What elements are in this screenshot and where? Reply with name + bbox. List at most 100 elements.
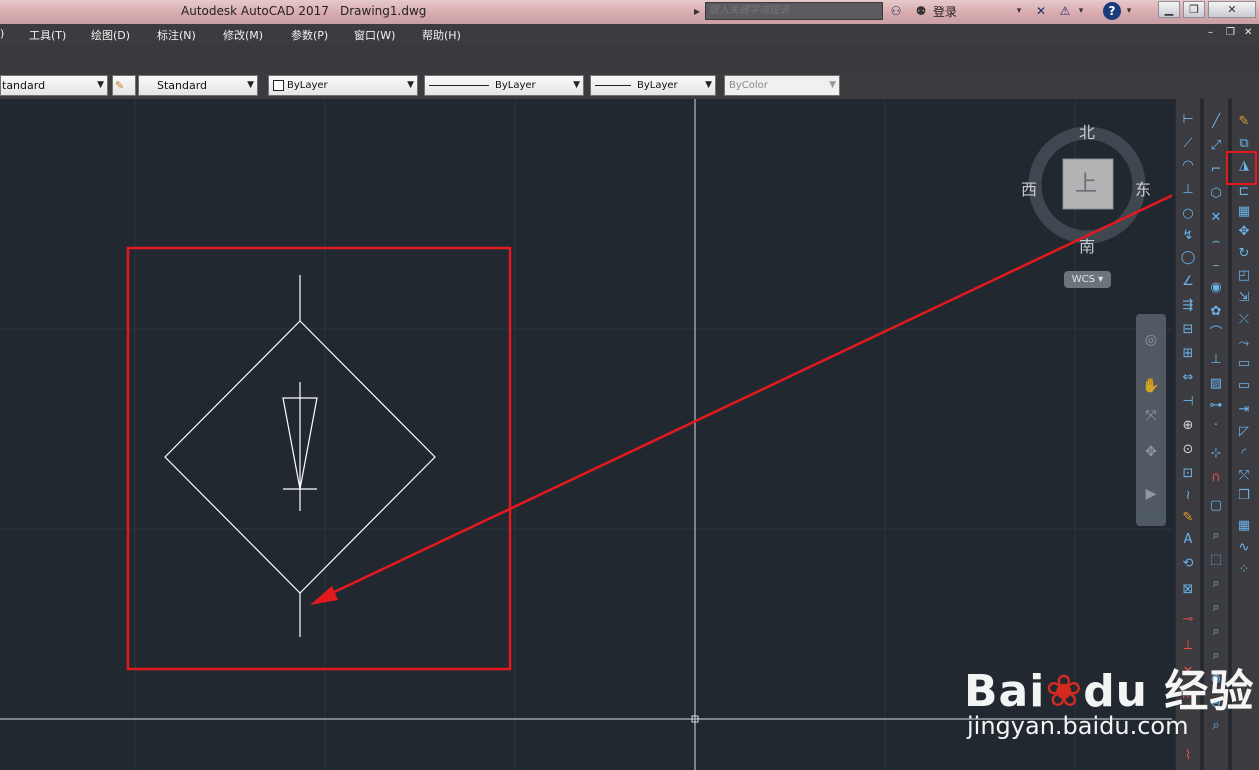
draw-order-icon[interactable]: ▦ [1235, 517, 1253, 535]
help-dropdown-icon[interactable]: ▾ [1124, 2, 1134, 20]
explode-icon[interactable]: ❒ [1235, 487, 1253, 505]
baseline-icon[interactable]: ⊟ [1179, 321, 1197, 339]
text-style-select[interactable]: tandard ▼ [0, 75, 108, 96]
jogged-linear-icon[interactable]: ≀ [1179, 487, 1197, 505]
login-button[interactable]: 登录 [933, 3, 957, 20]
wcs-menu-button[interactable]: WCS ▾ [1064, 271, 1111, 288]
table-icon[interactable]: ⊹ [1207, 445, 1225, 463]
break-icon[interactable]: ▭ [1235, 377, 1253, 395]
dim-style-icon[interactable]: ⊠ [1179, 581, 1197, 599]
scale-icon[interactable]: ◰ [1235, 267, 1253, 285]
search-input[interactable] [705, 2, 883, 20]
make-block-icon[interactable]: ▢ [1207, 497, 1225, 515]
orbit-icon[interactable]: ✥ [1141, 442, 1161, 462]
arc-icon[interactable]: ⌢ [1207, 233, 1225, 251]
chamfer-icon[interactable]: ◸ [1235, 423, 1253, 441]
compass-south[interactable]: 南 [1079, 233, 1095, 257]
user-icon[interactable]: ⚉ [912, 2, 930, 20]
line-icon[interactable]: ╱ [1207, 113, 1225, 131]
trim-icon[interactable]: ⤫ [1235, 311, 1253, 329]
jogged-icon[interactable]: ↯ [1179, 227, 1197, 245]
insert-block-icon[interactable]: ∩ [1207, 469, 1225, 487]
minimize-button[interactable]: ▁ [1158, 1, 1180, 18]
viewcube-face-label[interactable]: 上 [1075, 166, 1097, 198]
extend-icon[interactable]: ⤳ [1235, 335, 1253, 353]
gradient-icon[interactable]: ⊶ [1207, 397, 1225, 415]
restore-button[interactable]: ❐ [1183, 1, 1205, 18]
search-expand-icon[interactable]: ▸ [690, 2, 704, 20]
doc-minimize-icon[interactable]: – [1208, 27, 1213, 38]
center-mark-icon[interactable]: ⊙ [1179, 441, 1197, 459]
login-dropdown-icon[interactable]: ▾ [1014, 2, 1024, 20]
compass-east[interactable]: 东 [1135, 176, 1151, 200]
menu-item-tools[interactable]: 工具(T) [29, 27, 66, 43]
dim-style-manager-button[interactable]: ✎ [112, 75, 136, 96]
compass-north[interactable]: 北 [1079, 119, 1095, 143]
doc-restore-icon[interactable]: ❐ [1226, 27, 1235, 38]
polyline-icon[interactable]: ⌐ [1207, 161, 1225, 179]
offset-icon[interactable]: ⊏ [1235, 183, 1253, 201]
inspection-icon[interactable]: ⊡ [1179, 465, 1197, 483]
spline-icon[interactable]: ⌒ [1207, 325, 1225, 343]
a360-icon[interactable]: ⚠ [1057, 2, 1073, 20]
fillet-icon[interactable]: ◜ [1235, 445, 1253, 463]
binoculars-icon[interactable]: ⚇ [887, 2, 905, 20]
dim-style-select[interactable]: Standard ▼ [138, 75, 258, 96]
edit-polyline-icon[interactable]: ∿ [1235, 539, 1253, 557]
menu-item-draw[interactable]: 绘图(D) [91, 27, 130, 43]
menu-item-dimension[interactable]: 标注(N) [157, 27, 196, 43]
break-icon[interactable]: ⊣ [1179, 393, 1197, 411]
space-icon[interactable]: ⇔ [1179, 369, 1197, 387]
ordinate-icon[interactable]: ⊥ [1179, 181, 1197, 199]
menu-item-modify[interactable]: 修改(M) [223, 27, 263, 43]
edit-spline-icon[interactable]: ⁘ [1235, 561, 1253, 579]
zoom-all-icon[interactable]: ⌕ [1207, 717, 1225, 735]
menu-item-help[interactable]: 帮助(H) [422, 27, 461, 43]
quick-dimension-icon[interactable]: ⇶ [1179, 297, 1197, 315]
radius-icon[interactable]: ○ [1179, 205, 1197, 223]
construction-line-icon[interactable]: ⤢ [1207, 137, 1225, 155]
dimension-edit-icon[interactable]: ✎ [1179, 509, 1197, 527]
zoom-previous-icon[interactable]: ⌕ [1207, 575, 1225, 593]
menu-item-partial[interactable]: ) [0, 27, 4, 40]
arc-length-icon[interactable]: ◠ [1179, 157, 1197, 175]
snap-midpoint-icon[interactable]: ⟂ [1179, 637, 1197, 655]
zoom-extents-icon[interactable]: ⤧ [1141, 406, 1161, 426]
menu-item-parametric[interactable]: 参数(P) [291, 27, 328, 43]
region-icon[interactable]: · [1207, 417, 1225, 435]
angular-icon[interactable]: ∠ [1179, 273, 1197, 291]
break-at-point-icon[interactable]: ▭ [1235, 355, 1253, 373]
snap-endpoint-icon[interactable]: ⊸ [1179, 611, 1197, 629]
update-icon[interactable]: ⟲ [1179, 555, 1197, 573]
aligned-dimension-icon[interactable]: ⟋ [1179, 135, 1197, 153]
hatch-icon[interactable]: ▨ [1207, 375, 1225, 393]
revision-cloud-icon[interactable]: ✿ [1207, 303, 1225, 321]
join-icon[interactable]: ⇥ [1235, 401, 1253, 419]
polygon-icon[interactable]: ⬡ [1207, 185, 1225, 203]
move-icon[interactable]: ✥ [1235, 223, 1253, 241]
blend-icon[interactable]: ⤲ [1235, 467, 1253, 485]
zoom-window-icon[interactable]: ⬚ [1207, 551, 1225, 569]
tolerance-icon[interactable]: ⊕ [1179, 417, 1197, 435]
menu-item-window[interactable]: 窗口(W) [354, 27, 395, 43]
zoom-scale-icon[interactable]: ⌕ [1207, 623, 1225, 641]
stretch-icon[interactable]: ⇲ [1235, 289, 1253, 307]
doc-close-icon[interactable]: ✕ [1244, 27, 1252, 38]
array-icon[interactable]: ▦ [1235, 203, 1253, 221]
pan-hand-icon[interactable]: ✋ [1141, 376, 1161, 396]
help-icon[interactable]: ? [1103, 2, 1121, 20]
exchange-icon[interactable]: ✕ [1033, 2, 1049, 20]
steering-wheel-icon[interactable]: ◎ [1141, 330, 1161, 350]
linetype-select[interactable]: ByLayer ▼ [424, 75, 584, 96]
erase-icon[interactable]: ✎ [1235, 113, 1253, 131]
zoom-dynamic-icon[interactable]: ⌕ [1207, 599, 1225, 617]
showmotion-icon[interactable]: ▶ [1141, 484, 1161, 504]
continue-icon[interactable]: ⊞ [1179, 345, 1197, 363]
ellipse-icon[interactable]: ⊥ [1207, 351, 1225, 369]
close-button[interactable]: ✕ [1208, 1, 1256, 18]
color-select[interactable]: ByLayer ▼ [268, 75, 418, 96]
circle-icon[interactable]: ◉ [1207, 279, 1225, 297]
zoom-realtime-icon[interactable]: ⌕ [1207, 527, 1225, 545]
snap-nearest-icon[interactable]: ⌇ [1179, 747, 1197, 765]
rectangle-icon[interactable]: ✕ [1207, 209, 1225, 227]
